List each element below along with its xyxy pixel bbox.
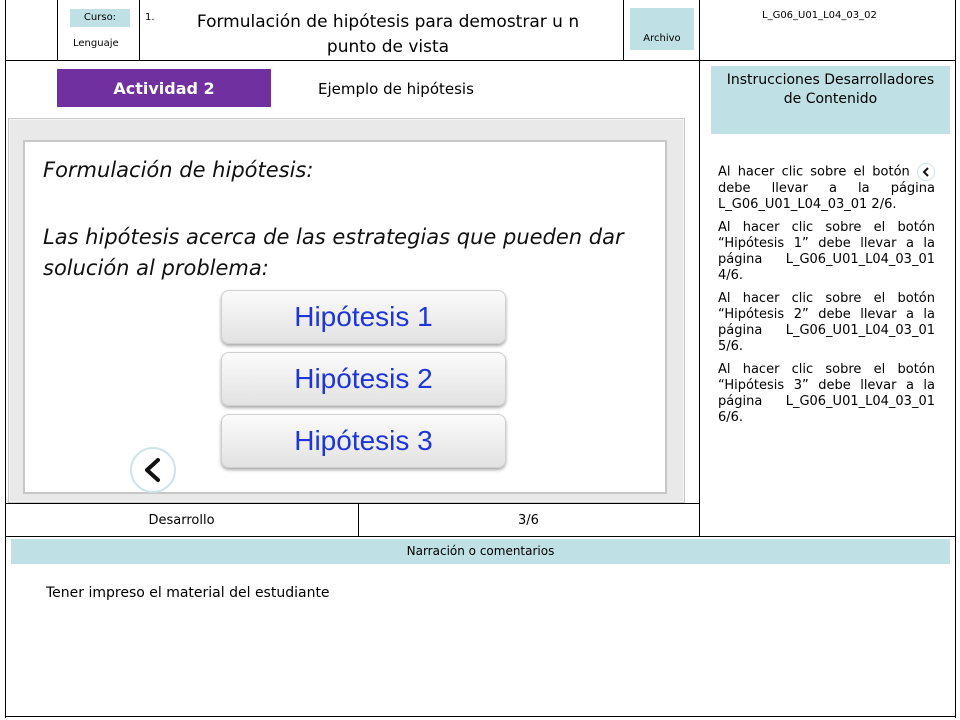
file-label: Archivo (630, 8, 694, 50)
page-counter: 3/6 (518, 513, 539, 528)
instruction-2: Al hacer clic sobre el botón “Hipótesis … (718, 220, 935, 283)
hypothesis-1-button[interactable]: Hipótesis 1 (221, 290, 506, 344)
back-button[interactable] (130, 447, 176, 493)
mini-back-icon (916, 163, 935, 181)
row-split (5, 503, 700, 504)
header-div-3 (623, 0, 624, 61)
chevron-left-icon (145, 458, 160, 482)
activity-subtitle: Ejemplo de hipótesis (318, 80, 474, 98)
instructions-body: Al hacer clic sobre el botón debe llevar… (718, 163, 935, 433)
stage-label: Desarrollo (148, 513, 215, 528)
instructions-title: Instrucciones Desarrolladores de Conteni… (711, 66, 950, 134)
course-value: Lenguaje (73, 38, 119, 49)
instruction-4: Al hacer clic sobre el botón “Hipótesis … (718, 362, 935, 425)
frame-left (5, 0, 6, 718)
page-title: Formulación de hipótesis para demostrar … (196, 12, 580, 57)
header-bottom (5, 60, 956, 61)
header-div-2 (139, 0, 140, 61)
file-code: L_G06_U01_L04_03_02 (762, 10, 877, 21)
slide-heading: Formulación de hipótesis: (43, 158, 314, 182)
slide-body: Las hipótesis acerca de las estrategias … (43, 225, 624, 280)
frame-right (955, 0, 956, 718)
course-label: Curso: (70, 9, 130, 27)
hypothesis-3-button[interactable]: Hipótesis 3 (221, 414, 506, 468)
activity-badge: Actividad 2 (57, 69, 271, 107)
header-div-1 (57, 0, 58, 61)
file-label-text: Archivo (643, 33, 681, 44)
instruction-1: Al hacer clic sobre el botón debe llevar… (718, 163, 935, 213)
narration-top (5, 536, 956, 537)
hypothesis-2-button[interactable]: Hipótesis 2 (221, 352, 506, 406)
header-div-4 (699, 0, 700, 537)
narration-label: Narración o comentarios (11, 539, 950, 564)
instruction-1-after: debe llevar a la página L_G06_U01_L04_03… (718, 181, 935, 212)
frame-bottom (5, 716, 956, 717)
grade-number: 1. (145, 12, 155, 23)
narration-text: Tener impreso el material del estudiante (46, 585, 330, 601)
instruction-1-before: Al hacer clic sobre el botón (718, 164, 910, 180)
instruction-3: Al hacer clic sobre el botón “Hipótesis … (718, 291, 935, 354)
